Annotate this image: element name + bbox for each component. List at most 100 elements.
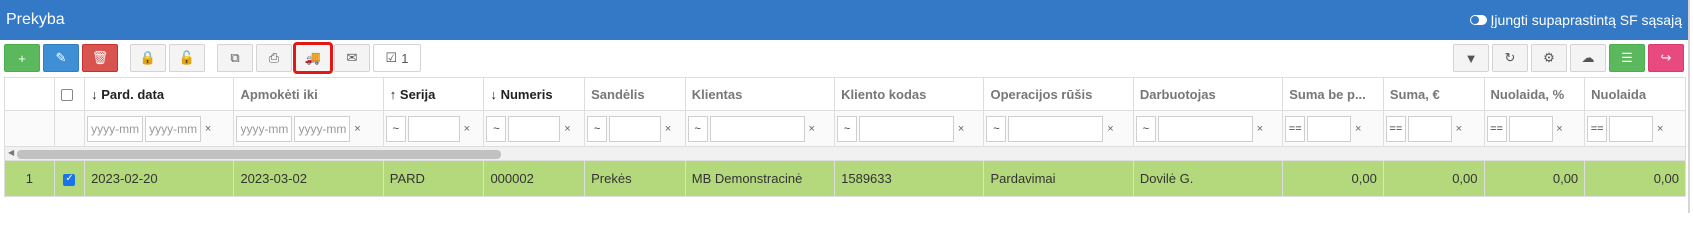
- filter-operator[interactable]: ~: [1135, 115, 1156, 142]
- horizontal-scrollbar[interactable]: ◀: [4, 146, 1686, 161]
- clear-filter-icon[interactable]: ×: [562, 123, 572, 135]
- table-cell[interactable]: 0,00: [1483, 160, 1586, 197]
- printer-icon: ⎙: [268, 50, 280, 65]
- filter-operator[interactable]: ~: [587, 115, 608, 142]
- filter-operator[interactable]: ~: [986, 115, 1007, 142]
- clear-filter-icon[interactable]: ×: [807, 123, 817, 135]
- filter-input[interactable]: [1307, 115, 1352, 142]
- delivery-button[interactable]: 🚚: [293, 42, 333, 74]
- column-header[interactable]: Suma, €: [1382, 77, 1485, 111]
- table-cell[interactable]: Dovilė G.: [1132, 160, 1284, 197]
- table-cell[interactable]: 0,00: [1282, 160, 1384, 197]
- select-all-checkbox[interactable]: [60, 89, 73, 102]
- print-button[interactable]: ⎙: [256, 44, 292, 72]
- toggle-label: Įjungti supaprastintą SF sąsają: [1490, 12, 1682, 28]
- filter-operator[interactable]: ~: [837, 115, 858, 142]
- toolbar-right: ▼ ↻ ⚙ ☁ ☰ ↪: [1453, 44, 1684, 72]
- unlock-button[interactable]: 🔓: [169, 44, 205, 72]
- delete-button[interactable]: 🗑: [82, 44, 118, 72]
- share-button[interactable]: ↪: [1648, 44, 1684, 72]
- table-cell[interactable]: 2023-02-20: [84, 160, 235, 197]
- filter-operator[interactable]: ==: [1285, 115, 1306, 142]
- table-cell[interactable]: 0,00: [1584, 160, 1686, 197]
- clear-filter-icon[interactable]: ×: [956, 123, 966, 135]
- lock-button[interactable]: 🔒: [130, 44, 166, 72]
- table-cell[interactable]: 2023-03-02: [233, 160, 384, 197]
- sales-window: Prekyba Įjungti supaprastintą SF sąsają …: [0, 0, 1690, 213]
- download-button[interactable]: ☁: [1570, 44, 1606, 72]
- filter-operator[interactable]: ==: [1587, 115, 1608, 142]
- table-cell[interactable]: 1589633: [834, 160, 985, 197]
- clear-filter-icon[interactable]: ×: [1255, 123, 1265, 135]
- filter-input[interactable]: [407, 115, 460, 142]
- columns-button[interactable]: ☰: [1609, 44, 1645, 72]
- column-header[interactable]: Nuolaida: [1584, 77, 1686, 111]
- table-row[interactable]: 1 2023-02-202023-03-02PARD000002PrekėsMB …: [4, 160, 1686, 197]
- checkbox-icon: ☑: [385, 50, 398, 65]
- scroll-left-icon[interactable]: ◀: [8, 148, 14, 157]
- date-to-input[interactable]: yyyy-mm: [294, 115, 351, 142]
- filter-operator[interactable]: ~: [687, 115, 708, 142]
- toggle-icon[interactable]: [1469, 15, 1487, 25]
- column-header[interactable]: Sandėlis: [584, 77, 686, 111]
- filter-input[interactable]: [859, 115, 955, 142]
- clear-filter-icon[interactable]: ×: [663, 123, 673, 135]
- clear-filter-icon[interactable]: ×: [462, 123, 472, 135]
- scrollbar-thumb[interactable]: [17, 150, 501, 159]
- clear-filter-icon[interactable]: ×: [1655, 123, 1665, 135]
- filter-input[interactable]: [1157, 115, 1253, 142]
- column-header[interactable]: Kliento kodas: [834, 77, 985, 111]
- filter-operator[interactable]: ==: [1385, 115, 1406, 142]
- clear-filter-icon[interactable]: ×: [1353, 123, 1363, 135]
- filter-input[interactable]: [1609, 115, 1654, 142]
- filter-input[interactable]: [1008, 115, 1104, 142]
- selected-count-button[interactable]: ☑ 1: [373, 44, 421, 72]
- filter-input[interactable]: [609, 115, 662, 142]
- settings-button[interactable]: ⚙: [1531, 44, 1567, 72]
- date-from-input[interactable]: yyyy-mm: [87, 115, 144, 142]
- clear-filter-icon[interactable]: ×: [1105, 123, 1115, 135]
- filter-operator[interactable]: ~: [486, 115, 507, 142]
- simplified-invoice-toggle[interactable]: Įjungti supaprastintą SF sąsają: [1469, 12, 1682, 28]
- refresh-button[interactable]: ↻: [1492, 44, 1528, 72]
- add-button[interactable]: +: [4, 44, 40, 72]
- column-header[interactable]: Nuolaida, %: [1483, 77, 1586, 111]
- cloud-download-icon: ☁: [1581, 50, 1595, 65]
- table-cell[interactable]: Prekės: [584, 160, 686, 197]
- table-cell[interactable]: MB Demonstracinė: [684, 160, 836, 197]
- row-index: 1: [4, 160, 55, 197]
- column-header[interactable]: Darbuotojas: [1132, 77, 1284, 111]
- edit-button[interactable]: ✎: [43, 44, 79, 72]
- clear-filter-icon[interactable]: ×: [352, 123, 362, 135]
- table-cell[interactable]: 000002: [483, 160, 586, 197]
- copy-button[interactable]: ⧉: [217, 44, 253, 72]
- filter-cell: ~ ×: [983, 110, 1134, 147]
- clear-filter-icon[interactable]: ×: [1555, 123, 1565, 135]
- email-button[interactable]: ✉: [334, 44, 370, 72]
- table-cell[interactable]: 0,00: [1382, 160, 1485, 197]
- filter-cell: ~ ×: [834, 110, 985, 147]
- table-cell[interactable]: Pardavimai: [983, 160, 1134, 197]
- table-cell[interactable]: PARD: [382, 160, 485, 197]
- date-to-input[interactable]: yyyy-mm: [145, 115, 202, 142]
- column-header[interactable]: Suma be p...: [1282, 77, 1384, 111]
- column-header[interactable]: Operacijos rūšis: [983, 77, 1134, 111]
- row-checkbox[interactable]: [63, 173, 76, 186]
- filter-operator[interactable]: ==: [1486, 115, 1507, 142]
- filter-operator[interactable]: ~: [385, 115, 406, 142]
- filter-input[interactable]: [1407, 115, 1452, 142]
- clear-filter-icon[interactable]: ×: [1454, 123, 1464, 135]
- filter-cell: ~ ×: [584, 110, 686, 147]
- clear-filter-icon[interactable]: ×: [203, 123, 213, 135]
- column-header[interactable]: ↑ Serija: [382, 77, 485, 111]
- filter-input[interactable]: [1508, 115, 1553, 142]
- date-from-input[interactable]: yyyy-mm: [236, 115, 293, 142]
- column-header[interactable]: ↓ Pard. data: [84, 77, 235, 111]
- column-header[interactable]: Klientas: [684, 77, 836, 111]
- sales-grid: ↓ Pard. data Apmokėti iki ↑ Serija ↓ Numeri…: [4, 77, 1686, 197]
- filter-input[interactable]: [508, 115, 561, 142]
- filter-input[interactable]: [709, 115, 805, 142]
- filter-button[interactable]: ▼: [1453, 44, 1489, 72]
- column-header[interactable]: Apmokėti iki: [233, 77, 384, 111]
- column-header[interactable]: ↓ Numeris: [483, 77, 586, 111]
